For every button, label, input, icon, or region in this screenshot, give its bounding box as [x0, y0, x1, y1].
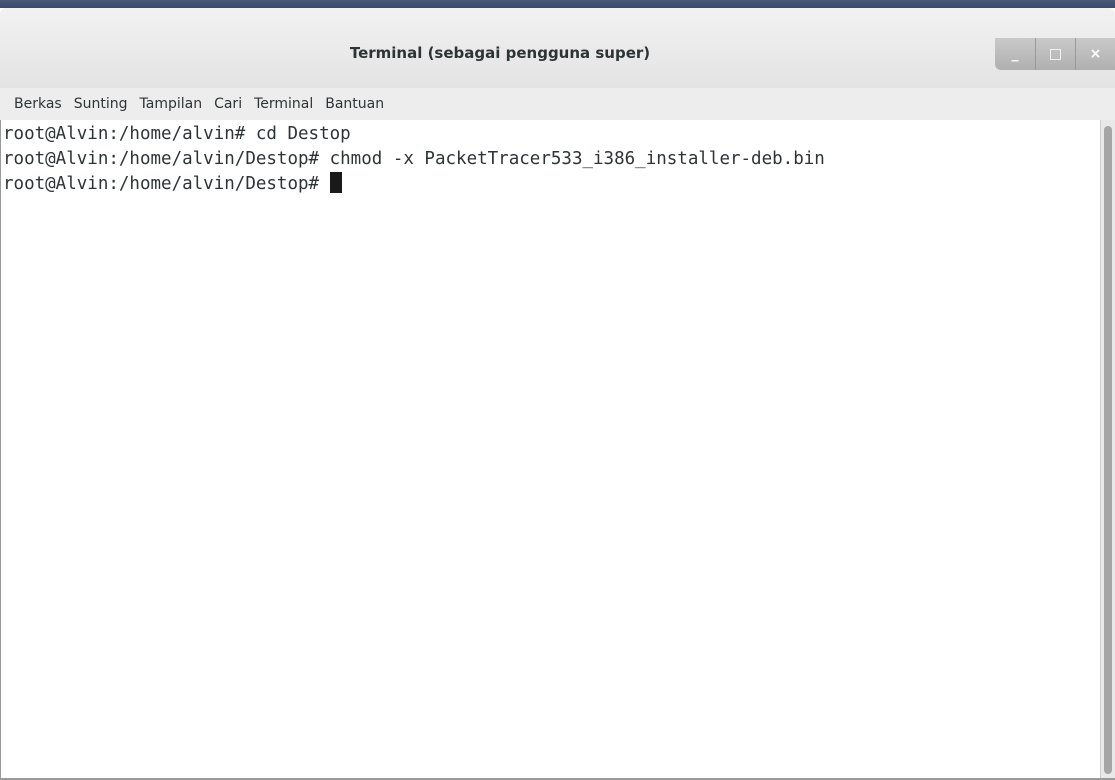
- menu-bar: Berkas Sunting Tampilan Cari Terminal Ba…: [0, 88, 1115, 120]
- terminal-prompt: root@Alvin:/home/alvin/Destop#: [3, 174, 330, 194]
- terminal-output[interactable]: root@Alvin:/home/alvin# cd Destop root@A…: [0, 120, 1100, 780]
- text-cursor: [329, 172, 342, 193]
- minimize-button[interactable]: _: [995, 38, 1035, 70]
- maximize-icon: □: [1048, 46, 1063, 62]
- window-controls: _ □ ×: [995, 38, 1115, 70]
- terminal-window: Terminal (sebagai pengguna super) _ □ × …: [0, 8, 1115, 780]
- title-bar[interactable]: Terminal (sebagai pengguna super) _ □ ×: [0, 8, 1115, 88]
- minimize-icon: _: [1011, 46, 1019, 62]
- terminal-line: root@Alvin:/home/alvin/Destop# chmod -x …: [3, 149, 825, 169]
- window-title: Terminal (sebagai pengguna super): [349, 44, 651, 62]
- close-button[interactable]: ×: [1075, 38, 1115, 70]
- menu-berkas[interactable]: Berkas: [8, 92, 68, 116]
- menu-terminal[interactable]: Terminal: [248, 92, 319, 116]
- menu-sunting[interactable]: Sunting: [68, 92, 134, 116]
- scrollbar-thumb[interactable]: [1104, 126, 1112, 774]
- maximize-button[interactable]: □: [1035, 38, 1075, 70]
- terminal-prompt-line: root@Alvin:/home/alvin/Destop#: [3, 172, 1100, 197]
- menu-cari[interactable]: Cari: [208, 92, 248, 116]
- menu-bantuan[interactable]: Bantuan: [319, 92, 390, 116]
- vertical-scrollbar[interactable]: [1100, 120, 1115, 780]
- close-icon: ×: [1089, 46, 1102, 62]
- desktop-background: [0, 0, 1115, 8]
- terminal-line: root@Alvin:/home/alvin# cd Destop: [3, 124, 351, 144]
- menu-tampilan[interactable]: Tampilan: [134, 92, 209, 116]
